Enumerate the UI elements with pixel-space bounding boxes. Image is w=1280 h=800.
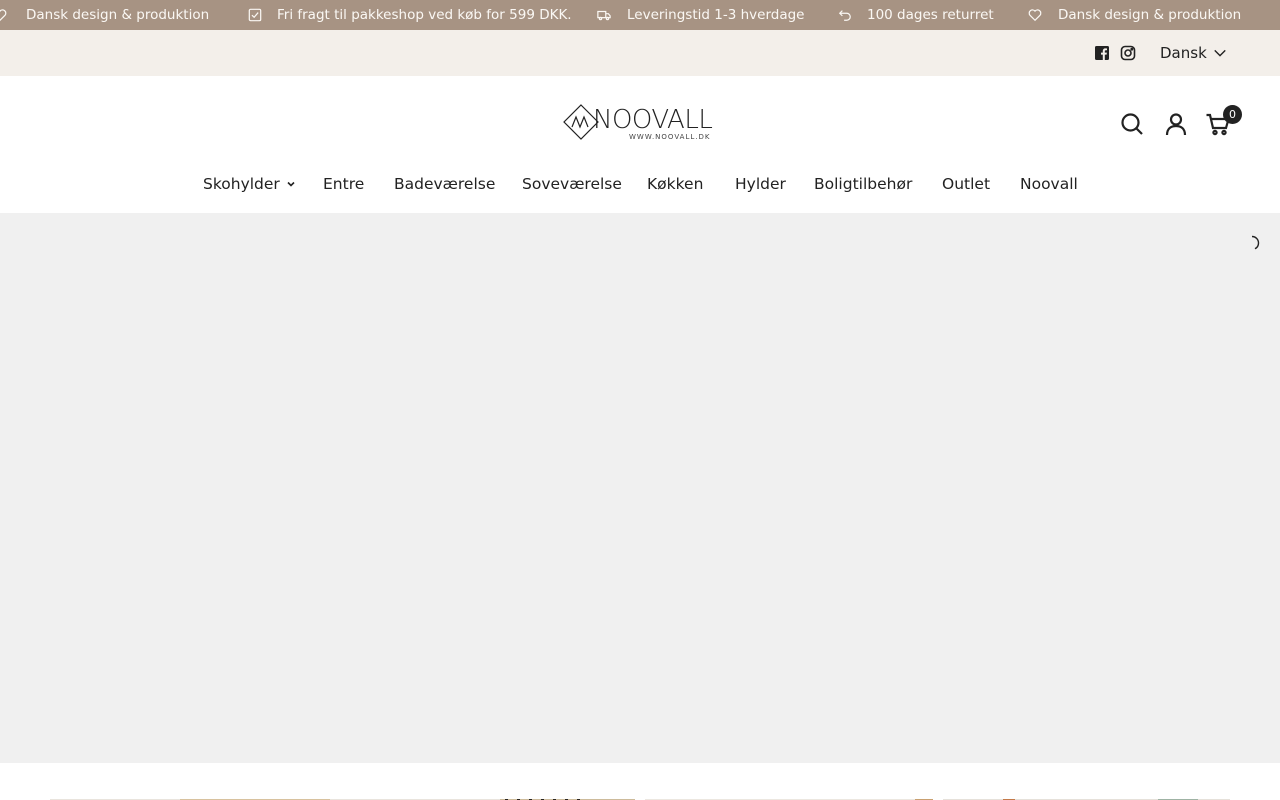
heart-icon — [0, 8, 7, 22]
category-image[interactable] — [50, 792, 635, 800]
search-icon[interactable] — [1119, 111, 1145, 137]
loading-spinner-icon — [1244, 235, 1260, 251]
heart-icon — [1028, 8, 1042, 22]
language-label: Dansk — [1160, 44, 1207, 62]
instagram-icon[interactable] — [1120, 45, 1136, 61]
checkbox-icon — [248, 8, 262, 22]
logo-subtext: WWW.NOOVALL.DK — [629, 133, 711, 141]
nav-item-skohylder[interactable]: Skohylder — [203, 172, 296, 196]
nav-item-hylder[interactable]: Hylder — [735, 172, 786, 196]
announcement-text: Dansk design & produktion — [1058, 7, 1242, 23]
category-image[interactable] — [645, 792, 933, 800]
truck-icon — [597, 8, 611, 22]
utility-bar: Dansk — [0, 30, 1280, 76]
announcement-text: Fri fragt til pakkeshop ved køb for 599 … — [277, 7, 572, 23]
category-image[interactable] — [943, 792, 1230, 800]
site-header: NOOVALL WWW.NOOVALL.DK Skohylder Entre B… — [0, 76, 1280, 213]
chevron-down-icon — [287, 181, 295, 187]
nav-item-noovall[interactable]: Noovall — [1020, 172, 1078, 196]
announcement-text: Dansk design & produktion — [26, 7, 210, 23]
account-icon[interactable] — [1163, 111, 1189, 137]
nav-item-sovevaerelse[interactable]: Soveværelse — [522, 172, 622, 196]
nav-item-kokken[interactable]: Køkken — [647, 172, 703, 196]
logo-wordmark: NOOVALL — [593, 105, 713, 135]
language-selector[interactable]: Dansk — [1160, 43, 1227, 63]
logo[interactable]: NOOVALL WWW.NOOVALL.DK — [563, 104, 717, 142]
nav-item-badevaerelse[interactable]: Badeværelse — [394, 172, 495, 196]
cart-count-badge: 0 — [1223, 105, 1242, 124]
announcement-text: Leveringstid 1-3 hverdage — [627, 7, 805, 23]
nav-item-entre[interactable]: Entre — [323, 172, 364, 196]
nav-item-boligtilbehor[interactable]: Boligtilbehør — [814, 172, 912, 196]
facebook-icon[interactable] — [1094, 45, 1110, 61]
nav-item-outlet[interactable]: Outlet — [942, 172, 990, 196]
hero-banner — [0, 213, 1280, 763]
return-arrow-icon — [838, 8, 852, 22]
chevron-down-icon — [1214, 49, 1226, 57]
announcement-text: 100 dages returret — [867, 7, 994, 23]
announcement-bar: Dansk design & produktion Fri fragt til … — [0, 0, 1280, 30]
main-nav: Skohylder Entre Badeværelse Soveværelse … — [0, 172, 1280, 200]
nav-item-label: Skohylder — [203, 175, 280, 193]
